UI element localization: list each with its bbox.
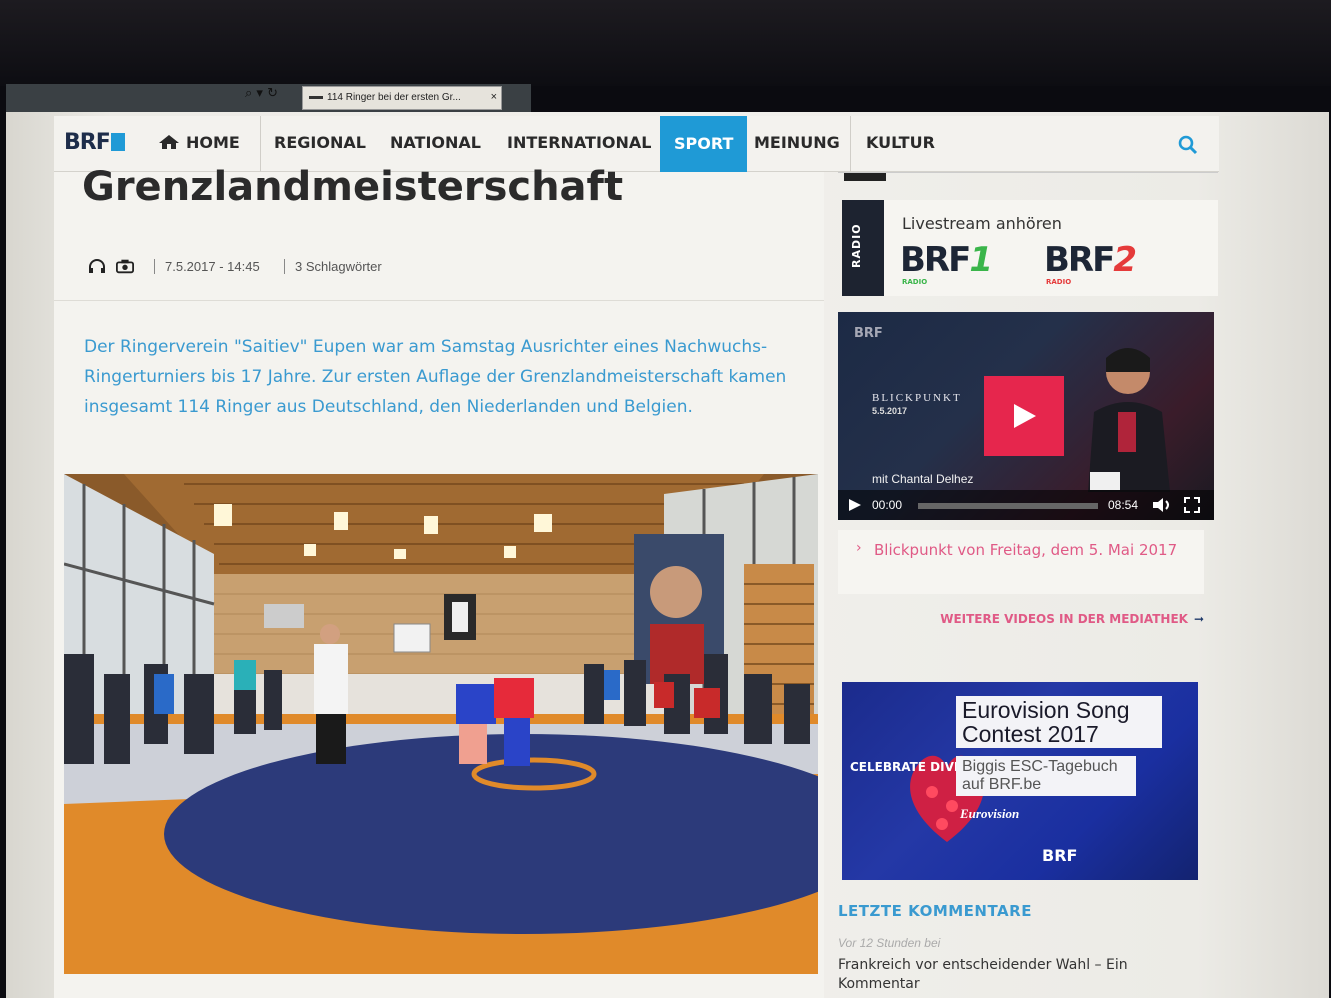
nav-item-kultur[interactable]: KULTUR bbox=[866, 133, 935, 152]
volume-icon[interactable] bbox=[1152, 497, 1172, 513]
article-lead: Der Ringerverein "Saitiev" Eupen war am … bbox=[84, 337, 787, 417]
divider bbox=[54, 300, 824, 301]
radio-livestream-widget: RADIO Livestream anhören BRF1 RADIO BRF2… bbox=[842, 200, 1218, 296]
brf2-logo-number: 2 bbox=[1113, 240, 1137, 280]
eurovision-banner[interactable]: CELEBRATE DIVERSITY Eurovision Song Cont… bbox=[842, 682, 1198, 880]
latest-comments-heading: LETZTE KOMMENTARE bbox=[838, 902, 1032, 920]
more-videos-link[interactable]: WEITERE VIDEOS IN DER MEDIATHEK ➞ bbox=[940, 612, 1204, 626]
brf1-logo-name: BRF bbox=[900, 240, 971, 280]
video-link-box: › Blickpunkt von Freitag, dem 5. Mai 201… bbox=[838, 530, 1204, 594]
video-date: 5.5.2017 bbox=[872, 406, 908, 416]
home-icon bbox=[159, 135, 179, 149]
video-duration: 08:54 bbox=[1108, 498, 1139, 512]
camera-icon[interactable] bbox=[116, 258, 134, 274]
brf1-logo-sub: RADIO bbox=[902, 278, 928, 286]
browser-tab[interactable]: 114 Ringer bei der ersten Gr... × bbox=[302, 86, 502, 110]
article-photo-wrestling-gym[interactable] bbox=[64, 474, 818, 974]
nav-item-sport[interactable]: SPORT bbox=[660, 116, 748, 172]
comment-title-link[interactable]: Frankreich vor entscheidender Wahl – Ein… bbox=[838, 956, 1178, 994]
fullscreen-icon[interactable] bbox=[1184, 497, 1200, 513]
brf2-logo[interactable]: BRF2 RADIO bbox=[1044, 240, 1137, 286]
video-play-button[interactable] bbox=[984, 376, 1064, 456]
brf-logo-text: BRF bbox=[64, 130, 111, 155]
play-icon bbox=[1014, 404, 1036, 428]
video-controls: 00:00 08:54 bbox=[838, 490, 1214, 520]
radio-title: Livestream anhören bbox=[902, 214, 1062, 233]
control-play-icon[interactable] bbox=[848, 498, 862, 512]
brf2-logo-sub: RADIO bbox=[1046, 278, 1072, 286]
video-current-time: 00:00 bbox=[872, 498, 903, 512]
video-show-title: BLICKPUNKT bbox=[872, 392, 962, 404]
nav-item-national[interactable]: NATIONAL bbox=[390, 133, 481, 152]
esc-brf-logo: BRF bbox=[1042, 846, 1078, 865]
nav-divider bbox=[850, 116, 851, 172]
video-presenter bbox=[1088, 348, 1170, 492]
monitor-bezel bbox=[0, 0, 1331, 86]
comment-time: Vor 12 Stunden bei bbox=[838, 936, 941, 950]
more-videos-label: WEITERE VIDEOS IN DER MEDIATHEK bbox=[940, 612, 1188, 626]
nav-item-international[interactable]: INTERNATIONAL bbox=[507, 133, 651, 152]
sidebar: RADIO Livestream anhören BRF1 RADIO BRF2… bbox=[838, 172, 1218, 998]
video-progress-bar[interactable] bbox=[918, 503, 1098, 509]
radio-tab: RADIO bbox=[842, 200, 884, 296]
gym-photo-illustration bbox=[64, 474, 818, 974]
address-bar-icons[interactable]: ⌕ ▾ ↻ bbox=[245, 86, 278, 101]
brf-logo[interactable]: BRF bbox=[64, 130, 125, 155]
article: Grenzlandmeisterschaft 7.5.2017 - 14:45 … bbox=[54, 164, 824, 998]
article-meta: 7.5.2017 - 14:45 3 Schlagwörter bbox=[84, 254, 814, 284]
nav-item-regional[interactable]: REGIONAL bbox=[274, 133, 366, 152]
sidebar-tab-marker bbox=[844, 173, 886, 181]
brf1-logo[interactable]: BRF1 RADIO bbox=[900, 240, 993, 286]
search-icon[interactable] bbox=[1177, 134, 1199, 156]
arrow-right-icon: ➞ bbox=[1193, 612, 1204, 626]
article-date: 7.5.2017 - 14:45 bbox=[154, 259, 260, 274]
headphones-icon[interactable] bbox=[88, 258, 106, 274]
esc-subtitle: Biggis ESC-Tagebuch auf BRF.be bbox=[956, 756, 1136, 796]
chevron-right-icon: › bbox=[856, 540, 862, 556]
web-page: BRF HOME REGIONAL NATIONAL INTERNATIONAL… bbox=[6, 112, 1329, 998]
video-host: mit Chantal Delhez bbox=[872, 472, 974, 486]
browser-tab-title: 114 Ringer bei der ersten Gr... bbox=[327, 92, 461, 103]
video-player[interactable]: BRF BLICKPUNKT 5.5.2017 mit Chantal Delh… bbox=[838, 312, 1214, 520]
tab-favicon-icon bbox=[309, 95, 323, 99]
video-link[interactable]: Blickpunkt von Freitag, dem 5. Mai 2017 bbox=[874, 540, 1194, 560]
brf2-logo-name: BRF bbox=[1044, 240, 1115, 280]
tab-close-icon[interactable]: × bbox=[491, 91, 497, 103]
nav-item-home[interactable]: HOME bbox=[158, 133, 240, 152]
esc-title: Eurovision Song Contest 2017 bbox=[956, 696, 1162, 748]
video-brand: BRF bbox=[854, 326, 883, 341]
sidebar-top-bar bbox=[838, 172, 1218, 182]
article-tags[interactable]: 3 Schlagwörter bbox=[284, 259, 382, 274]
eurovision-logo: Eurovision bbox=[960, 806, 1020, 821]
brf-logo-square bbox=[110, 133, 125, 151]
article-title: Grenzlandmeisterschaft bbox=[82, 164, 624, 210]
nav-label-home: HOME bbox=[186, 133, 240, 152]
nav-item-meinung[interactable]: MEINUNG bbox=[754, 133, 840, 152]
radio-tab-label: RADIO bbox=[850, 223, 863, 268]
brf1-logo-number: 1 bbox=[969, 240, 993, 280]
